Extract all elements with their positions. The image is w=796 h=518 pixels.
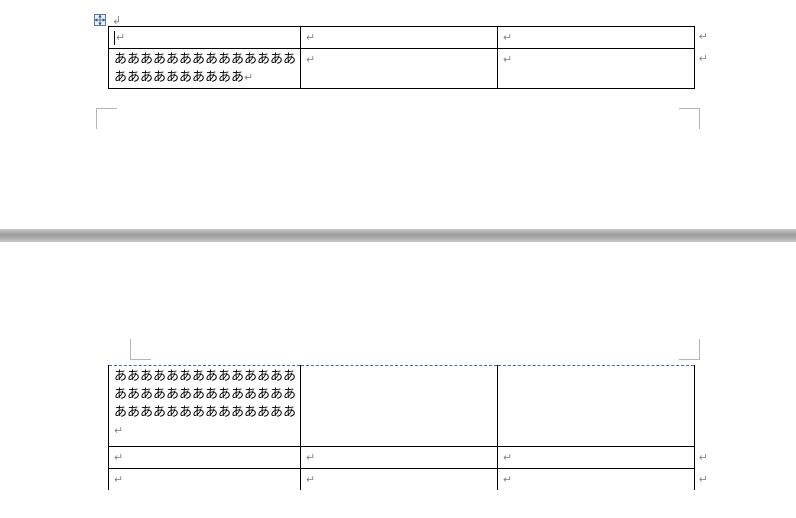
table-cell[interactable]: ↵ <box>301 447 498 469</box>
cell-mark: ↵ <box>306 452 315 464</box>
table-cell[interactable]: ↵ <box>498 49 695 89</box>
cell-mark: ↵ <box>503 452 512 464</box>
table-cell[interactable]: ↵ <box>498 447 695 469</box>
table-cell[interactable]: ↵ <box>301 469 498 491</box>
table-cell[interactable]: ↵ <box>109 469 301 491</box>
margin-corner-bottom-left <box>96 108 117 129</box>
table-cell[interactable]: ↵ <box>498 469 695 491</box>
row-end-mark: ↵ <box>699 471 708 489</box>
table-row[interactable]: ああああああああああああああああああああああああああああああああああああああああ… <box>109 366 695 447</box>
row-end-mark: ↵ <box>699 28 708 46</box>
page2-content[interactable]: ああああああああああああああああああああああああああああああああああああああああ… <box>108 365 696 490</box>
page-gap <box>0 224 796 247</box>
cell-mark: ↵ <box>306 54 315 66</box>
table-2[interactable]: ああああああああああああああああああああああああああああああああああああああああ… <box>108 365 695 490</box>
table-cell[interactable] <box>498 366 695 447</box>
cell-mark: ↵ <box>306 474 315 486</box>
cell-mark: ↵ <box>114 425 123 437</box>
page-2: ああああああああああああああああああああああああああああああああああああああああ… <box>0 247 796 518</box>
cell-text[interactable]: ああああああああああああああああああああああああああああああああああああああああ… <box>114 368 296 419</box>
cell-mark: ↵ <box>116 32 125 44</box>
table-row[interactable]: ああああああああああああああああああああああああ↵ ↵ ↵ <box>109 49 695 89</box>
row-end-mark: ↵ <box>699 50 708 68</box>
table-cell[interactable]: ↵ <box>109 27 301 49</box>
table-row[interactable]: ↵ ↵ ↵ <box>109 27 695 49</box>
table-move-handle-icon[interactable] <box>94 14 106 26</box>
table-cell[interactable]: ああああああああああああああああああああああああ↵ <box>109 49 301 89</box>
table-row[interactable]: ↵ ↵ ↵ <box>109 469 695 491</box>
cell-mark: ↵ <box>114 452 123 464</box>
cell-text[interactable]: ああああああああああああああああああああああああ <box>114 51 296 84</box>
margin-corner-bottom-right <box>679 108 700 129</box>
table-cell[interactable]: ↵ <box>301 27 498 49</box>
table-cell[interactable]: ↵ <box>109 447 301 469</box>
table-1[interactable]: ↵ ↵ ↵ ああああああああああああああああああああああああ↵ ↵ ↵ <box>108 26 695 89</box>
text-cursor <box>114 31 115 45</box>
document-canvas: ↲ ↵ ↵ ↵ ああああああああああああああああああああああああ↵ <box>0 0 796 518</box>
page-1: ↲ ↵ ↵ ↵ ああああああああああああああああああああああああ↵ <box>0 0 796 224</box>
cell-mark: ↵ <box>503 32 512 44</box>
cell-mark: ↵ <box>306 32 315 44</box>
table-cell[interactable]: ↵ <box>301 49 498 89</box>
cell-mark: ↵ <box>503 474 512 486</box>
table-cell[interactable]: ああああああああああああああああああああああああああああああああああああああああ… <box>109 366 301 447</box>
row-end-mark: ↵ <box>699 449 708 467</box>
table-cell[interactable] <box>301 366 498 447</box>
cell-mark: ↵ <box>114 474 123 486</box>
margin-corner-top-left <box>130 339 151 360</box>
margin-corner-top-right <box>679 339 700 360</box>
table-row[interactable]: ↵ ↵ ↵ <box>109 447 695 469</box>
page1-content[interactable]: ↵ ↵ ↵ ああああああああああああああああああああああああ↵ ↵ ↵ ↵ ↵ <box>108 26 696 89</box>
cell-mark: ↵ <box>503 54 512 66</box>
table-cell[interactable]: ↵ <box>498 27 695 49</box>
cell-mark: ↵ <box>244 72 253 84</box>
